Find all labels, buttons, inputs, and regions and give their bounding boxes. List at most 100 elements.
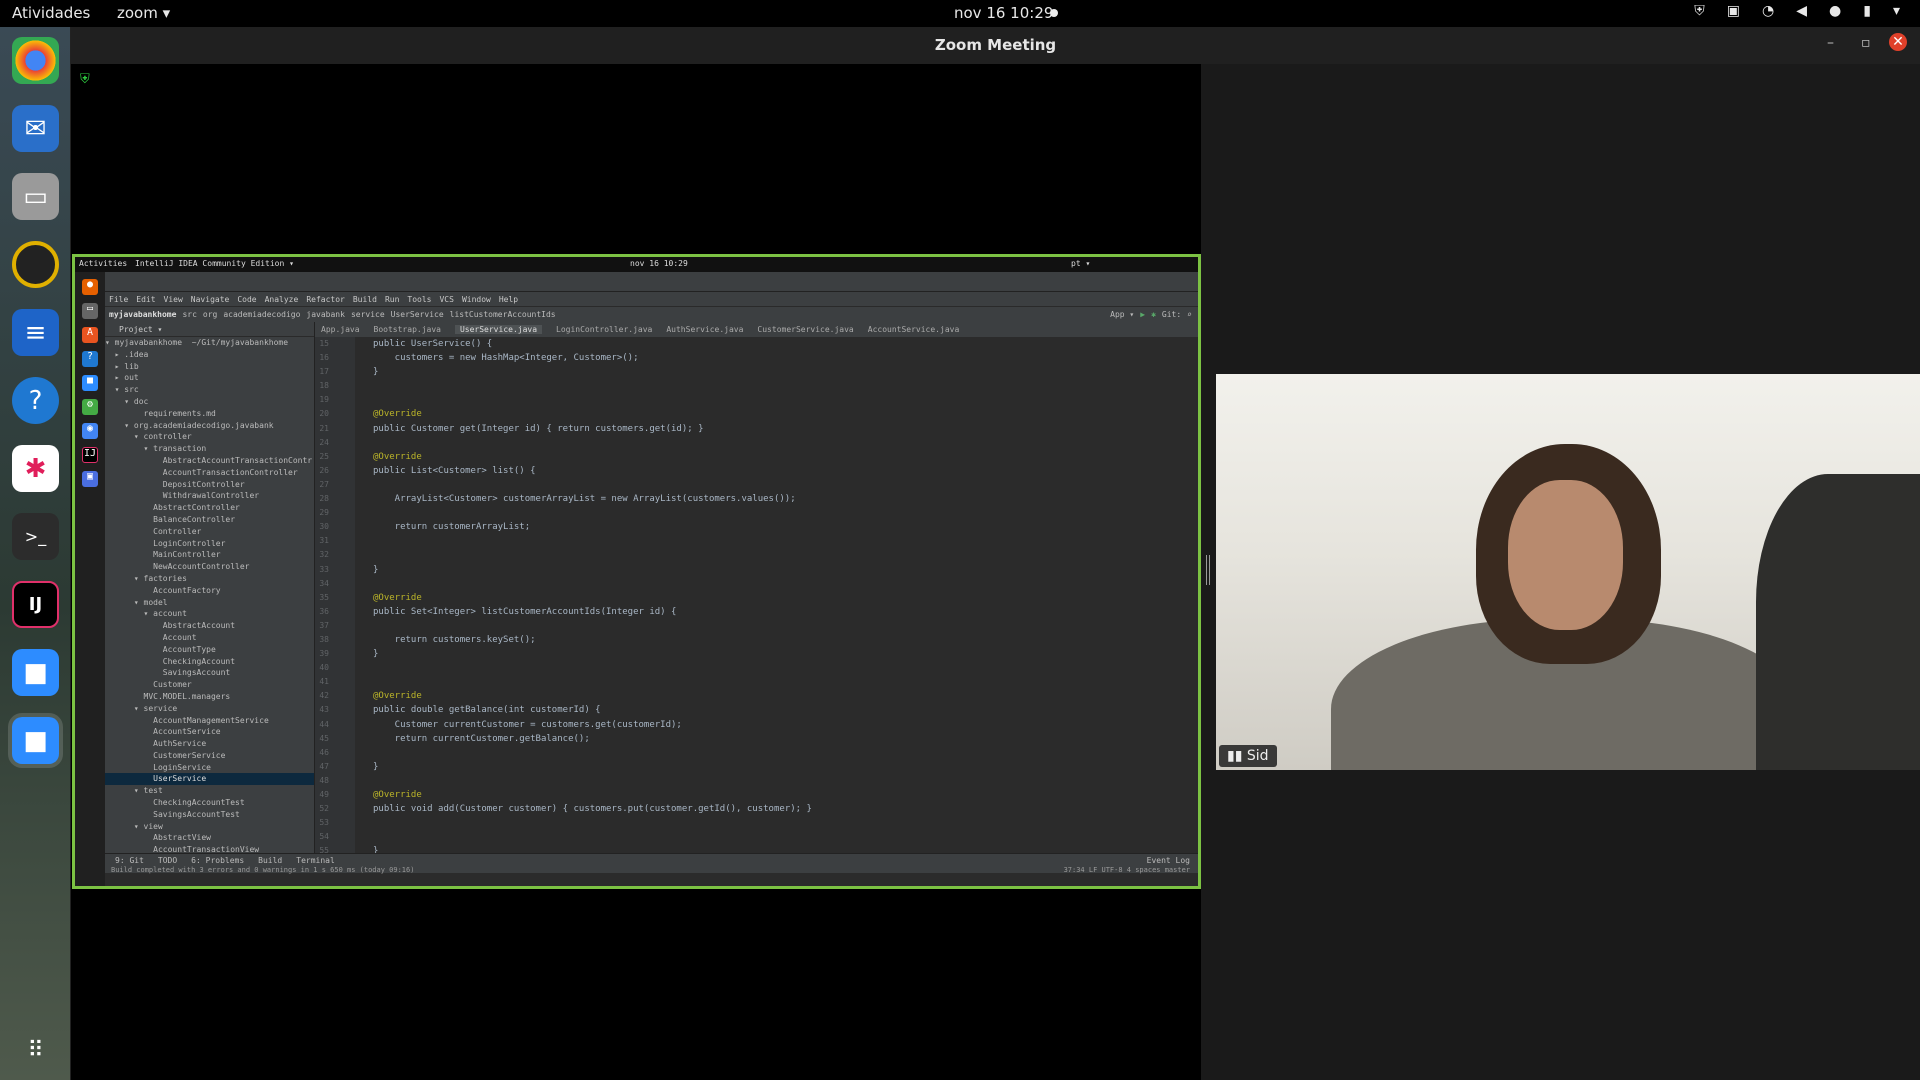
code-line[interactable]: @Override: [373, 407, 812, 421]
shield-icon[interactable]: ⛨: [1694, 3, 1705, 19]
terminal-icon[interactable]: >_: [12, 513, 59, 560]
zoom-icon[interactable]: ■: [82, 375, 98, 391]
menu-help[interactable]: Help: [499, 295, 518, 304]
tree-item[interactable]: CustomerService: [105, 750, 314, 762]
tree-item[interactable]: SavingsAccountTest: [105, 809, 314, 821]
code-line[interactable]: [373, 830, 812, 844]
code-line[interactable]: }: [373, 760, 812, 774]
wifi-icon[interactable]: ◔: [1762, 3, 1774, 19]
menu-refactor[interactable]: Refactor: [306, 295, 345, 304]
code-editor[interactable]: 15 16 17 18 19 20 21 24 25 26 27 28 29 30 31 32 33 34 35 36…: [315, 337, 1185, 856]
tree-item[interactable]: ▾ doc: [105, 396, 314, 408]
intellij-icon[interactable]: IJ: [12, 581, 59, 628]
writer-icon[interactable]: ≡: [12, 309, 59, 356]
project-panel-header[interactable]: Project ▾: [105, 322, 314, 337]
status-right[interactable]: 37:34 LF UTF-8 4 spaces master: [1064, 866, 1190, 874]
system-tray[interactable]: ⛨ ▣ ◔ ◀ ● ▮ ▾: [1694, 3, 1900, 19]
app-menu[interactable]: zoom ▾: [117, 4, 170, 22]
ubuntu-app-menu[interactable]: IntelliJ IDEA Community Edition ▾: [135, 259, 294, 268]
tool-todo[interactable]: TODO: [158, 856, 177, 865]
code-line[interactable]: return customerArrayList;: [373, 520, 812, 534]
ubuntu-activities[interactable]: Activities: [79, 259, 127, 268]
restore-button[interactable]: ▫: [1861, 35, 1871, 51]
tree-item[interactable]: Controller: [105, 526, 314, 538]
breadcrumb-item[interactable]: myjavabankhome: [109, 310, 176, 319]
tree-item[interactable]: LoginService: [105, 762, 314, 774]
code-line[interactable]: @Override: [373, 788, 812, 802]
event-log[interactable]: Event Log: [1147, 856, 1190, 865]
tree-item[interactable]: CheckingAccountTest: [105, 797, 314, 809]
tree-item[interactable]: WithdrawalController: [105, 490, 314, 502]
code-line[interactable]: public List<Customer> list() {: [373, 464, 812, 478]
editor-tab[interactable]: CustomerService.java: [757, 325, 853, 334]
tool-terminal[interactable]: Terminal: [296, 856, 335, 865]
files-icon[interactable]: ▭: [12, 173, 59, 220]
editor-tab[interactable]: Bootstrap.java: [374, 325, 441, 334]
tree-item[interactable]: requirements.md: [105, 408, 314, 420]
screen-icon[interactable]: ▣: [82, 471, 98, 487]
tree-item[interactable]: ▾ org.academiadecodigo.javabank: [105, 420, 314, 432]
tree-item[interactable]: AuthService: [105, 738, 314, 750]
tree-item[interactable]: ▸ .idea: [105, 349, 314, 361]
tree-item[interactable]: AbstractAccount: [105, 620, 314, 632]
rhythmbox-icon[interactable]: [12, 241, 59, 288]
code-line[interactable]: public void add(Customer customer) { cus…: [373, 802, 812, 816]
code-line[interactable]: return customers.keySet();: [373, 633, 812, 647]
code-line[interactable]: return currentCustomer.getBalance();: [373, 732, 812, 746]
language-indicator[interactable]: pt ▾: [1071, 259, 1090, 268]
run-icon[interactable]: ▶: [1140, 310, 1145, 319]
firefox-icon[interactable]: ●: [82, 279, 98, 295]
code-text[interactable]: public UserService() { customers = new H…: [373, 337, 812, 858]
breadcrumb-item[interactable]: academiadecodigo: [223, 310, 300, 319]
code-line[interactable]: [373, 774, 812, 788]
mic-icon[interactable]: ●: [1829, 3, 1841, 19]
code-line[interactable]: }: [373, 563, 812, 577]
code-line[interactable]: public UserService() {: [373, 337, 812, 351]
tree-item[interactable]: AccountType: [105, 644, 314, 656]
code-line[interactable]: [373, 746, 812, 760]
menu-vcs[interactable]: VCS: [439, 295, 453, 304]
zoom-icon[interactable]: ■: [12, 649, 59, 696]
close-button[interactable]: ✕: [1889, 33, 1907, 51]
code-line[interactable]: [373, 619, 812, 633]
tree-item[interactable]: Account: [105, 632, 314, 644]
tree-item[interactable]: ▸ lib: [105, 361, 314, 373]
run-config-select[interactable]: App ▾: [1110, 310, 1134, 319]
menu-run[interactable]: Run: [385, 295, 399, 304]
editor-tab[interactable]: App.java: [321, 325, 360, 334]
editor-tab[interactable]: AccountService.java: [868, 325, 960, 334]
breadcrumb-item[interactable]: service: [351, 310, 385, 319]
breadcrumb-item[interactable]: src: [182, 310, 196, 319]
breadcrumb-item[interactable]: javabank: [306, 310, 345, 319]
menu-file[interactable]: File: [109, 295, 128, 304]
code-line[interactable]: customers = new HashMap<Integer, Custome…: [373, 351, 812, 365]
menu-navigate[interactable]: Navigate: [191, 295, 230, 304]
editor-tab[interactable]: UserService.java: [454, 325, 543, 334]
search-icon[interactable]: ⌕: [1187, 310, 1192, 319]
chrome-icon[interactable]: ◉: [82, 423, 98, 439]
code-line[interactable]: public Customer get(Integer id) { return…: [373, 422, 812, 436]
tree-item[interactable]: ▸ out: [105, 372, 314, 384]
code-line[interactable]: [373, 393, 812, 407]
chrome-icon[interactable]: [12, 37, 59, 84]
menu-code[interactable]: Code: [237, 295, 256, 304]
code-line[interactable]: [373, 675, 812, 689]
app-grid-icon[interactable]: ⠿: [12, 1027, 59, 1074]
panel-splitter[interactable]: [1206, 555, 1210, 585]
breadcrumb-item[interactable]: org: [203, 310, 217, 319]
tree-item[interactable]: AccountTransactionController: [105, 467, 314, 479]
code-line[interactable]: [373, 816, 812, 830]
software-icon[interactable]: A: [82, 327, 98, 343]
tree-item[interactable]: ▾ transaction: [105, 443, 314, 455]
code-line[interactable]: [373, 577, 812, 591]
zoom-active-icon[interactable]: ■: [8, 713, 63, 768]
tree-item[interactable]: CheckingAccount: [105, 656, 314, 668]
menu-tools[interactable]: Tools: [407, 295, 431, 304]
tree-item[interactable]: AbstractView: [105, 832, 314, 844]
tree-item[interactable]: AccountFactory: [105, 585, 314, 597]
tree-item[interactable]: SavingsAccount: [105, 667, 314, 679]
code-line[interactable]: ArrayList<Customer> customerArrayList = …: [373, 492, 812, 506]
zoom-tray-icon[interactable]: ▣: [1727, 3, 1740, 19]
settings-icon[interactable]: ⚙: [82, 399, 98, 415]
code-line[interactable]: [373, 379, 812, 393]
